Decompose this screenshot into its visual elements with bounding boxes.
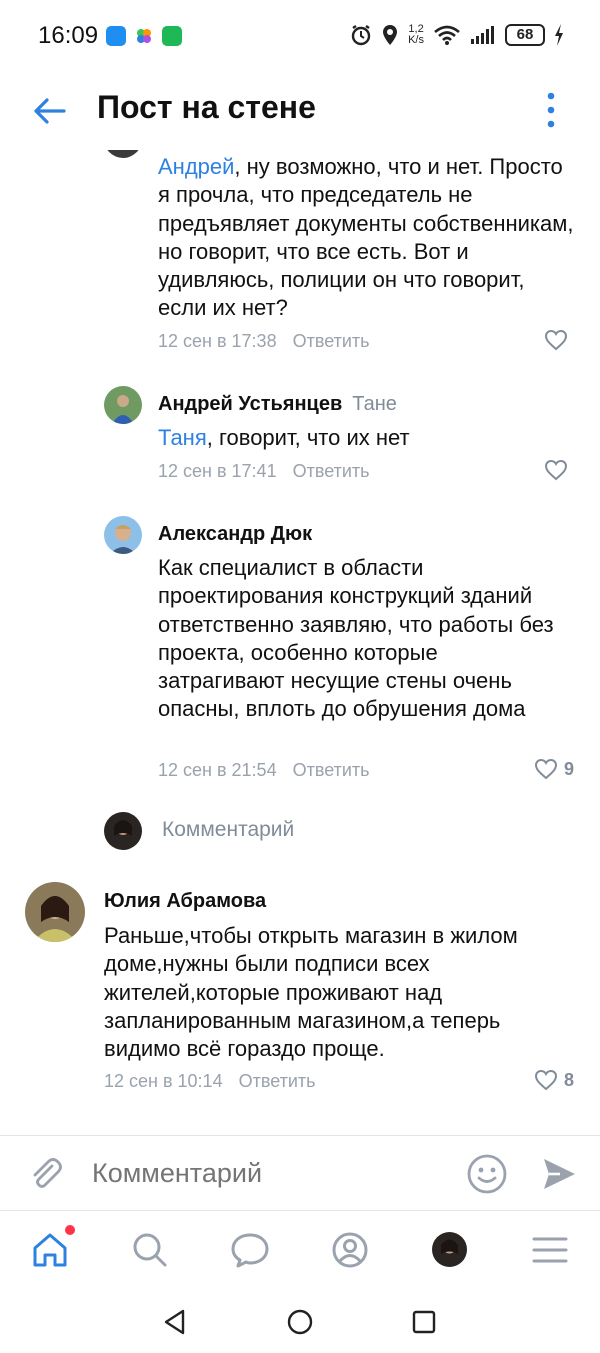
like-button[interactable]: [544, 459, 574, 481]
page-title: Пост на стене: [97, 89, 316, 125]
reply-button[interactable]: Ответить: [293, 461, 370, 481]
messenger-app-icon: [134, 26, 154, 46]
comment-date: 12 сен в 17:38: [158, 331, 277, 351]
comment-text: Таня, говорит, что их нет: [158, 425, 410, 450]
tab-messages[interactable]: [230, 1230, 270, 1270]
system-navigation-bar: [0, 1290, 600, 1353]
author-name[interactable]: Александр Дюк: [158, 523, 312, 546]
battery-indicator: 68: [505, 24, 545, 46]
search-icon: [133, 1233, 167, 1267]
comment-text: Андрей, ну возможно, что и нет. Просто я…: [158, 154, 574, 321]
comment-input-bar: [0, 1135, 600, 1211]
back-triangle-icon[interactable]: [161, 1308, 189, 1336]
comment-meta: 12 сен в 10:14 Ответить: [104, 1071, 316, 1092]
profile-icon: [332, 1232, 368, 1268]
heart-icon: [544, 459, 568, 481]
user-avatar: [104, 812, 142, 850]
author-avatar[interactable]: [104, 150, 142, 158]
author-name[interactable]: Андрей Устьянцев Тане: [158, 393, 397, 416]
like-button[interactable]: 8: [534, 1069, 574, 1091]
tab-profile[interactable]: [330, 1230, 370, 1270]
like-button[interactable]: [544, 329, 574, 351]
send-icon[interactable]: [540, 1155, 578, 1193]
charging-icon: [555, 24, 563, 46]
author-name[interactable]: Юлия Абрамова: [104, 890, 266, 913]
comments-feed[interactable]: Андрей, ну возможно, что и нет. Просто я…: [0, 150, 600, 1135]
heart-icon: [534, 758, 557, 780]
status-time: 16:09: [38, 22, 99, 49]
author-avatar[interactable]: [104, 516, 142, 554]
bottom-tab-bar: [0, 1212, 600, 1290]
status-bar: 16:09 1,2 K/s 68: [0, 0, 600, 74]
network-speed: 1,2 K/s: [408, 23, 424, 46]
paperclip-icon[interactable]: [26, 1154, 66, 1194]
author-avatar[interactable]: [25, 882, 85, 942]
reply-box-placeholder[interactable]: Комментарий: [162, 818, 294, 842]
avatar: [432, 1232, 467, 1267]
status-app-icons: [106, 26, 182, 46]
hamburger-menu-icon: [532, 1237, 568, 1263]
home-icon: [33, 1233, 67, 1267]
status-indicators: 1,2 K/s 68: [350, 24, 564, 46]
signal-icon: [471, 26, 494, 44]
reply-button[interactable]: Ответить: [293, 760, 370, 780]
like-count: 9: [563, 758, 574, 779]
more-options-icon[interactable]: [540, 90, 562, 130]
reply-button[interactable]: Ответить: [293, 331, 370, 351]
home-circle-icon[interactable]: [286, 1308, 314, 1336]
mention-link[interactable]: Андрей: [158, 154, 234, 179]
comment-input[interactable]: [92, 1158, 432, 1189]
heart-icon: [544, 329, 568, 351]
reply-button[interactable]: Ответить: [239, 1071, 316, 1091]
comment-meta: 12 сен в 17:41 Ответить: [158, 461, 370, 482]
recents-square-icon[interactable]: [410, 1308, 438, 1336]
wifi-icon: [434, 25, 460, 45]
author-avatar[interactable]: [104, 386, 142, 424]
comment-meta: 12 сен в 17:38 Ответить: [158, 331, 370, 352]
comment-date: 12 сен в 21:54: [158, 760, 277, 780]
comment-meta: 12 сен в 21:54 Ответить: [158, 760, 370, 781]
notification-dot: [65, 1225, 75, 1235]
tab-user-avatar[interactable]: [432, 1232, 467, 1267]
reply-to-label: Тане: [352, 393, 397, 415]
back-arrow-icon[interactable]: [30, 92, 68, 130]
security-app-icon: [162, 26, 182, 46]
mention-link[interactable]: Таня: [158, 425, 207, 450]
mail-app-icon: [106, 26, 126, 46]
like-count: 8: [563, 1069, 574, 1090]
comment-date: 12 сен в 10:14: [104, 1071, 223, 1091]
comment-text: Как специалист в области проектирования …: [158, 555, 554, 722]
location-icon: [383, 25, 398, 45]
tab-search[interactable]: [130, 1230, 170, 1270]
comment-text: Раньше,чтобы открыть магазин в жилом дом…: [104, 923, 518, 1062]
emoji-icon[interactable]: [466, 1153, 508, 1195]
heart-icon: [534, 1069, 557, 1091]
tab-menu[interactable]: [530, 1230, 570, 1270]
alarm-icon: [351, 25, 371, 46]
app-bar: Пост на стене: [0, 74, 600, 150]
like-button[interactable]: 9: [534, 758, 574, 780]
thread-reply-box[interactable]: Комментарий: [104, 810, 574, 852]
message-icon: [231, 1233, 269, 1268]
comment-date: 12 сен в 17:41: [158, 461, 277, 481]
tab-home[interactable]: [30, 1230, 70, 1270]
